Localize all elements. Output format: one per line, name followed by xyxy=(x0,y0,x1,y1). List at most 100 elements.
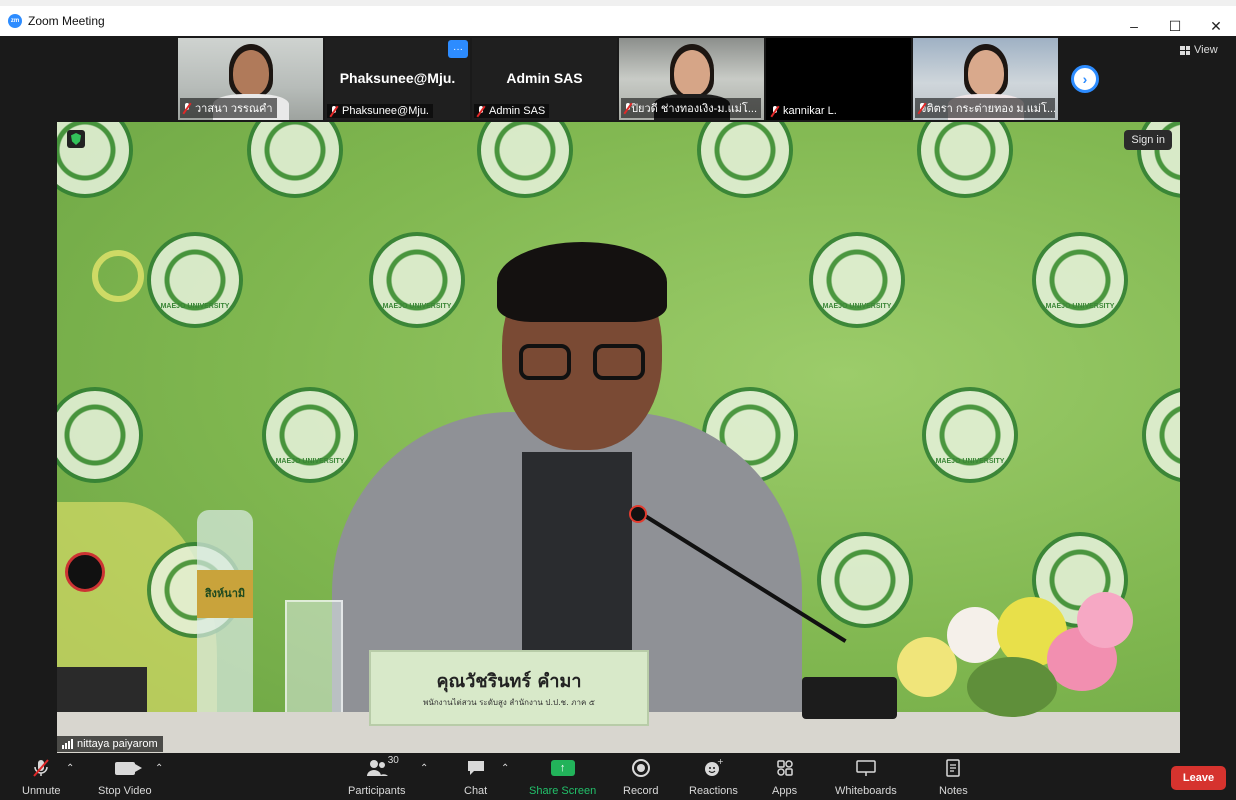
unmute-button[interactable]: Unmute xyxy=(22,757,61,797)
university-seal xyxy=(247,122,343,198)
share-screen-icon: ↑ xyxy=(550,757,575,779)
participant-tile[interactable]: จิติตรา กระต่ายทอง ม.แม่โ... xyxy=(913,38,1058,120)
reactions-button[interactable]: + Reactions xyxy=(689,757,738,797)
seal-text: MAEJO UNIVERSITY xyxy=(1045,303,1115,310)
bottle-label: สิงห์นามิ xyxy=(197,570,253,618)
bottle-label-text: สิงห์นามิ xyxy=(204,587,246,600)
notes-icon xyxy=(944,757,962,779)
participant-display-name: Admin SAS xyxy=(506,70,583,86)
university-seal: MAEJO UNIVERSITY xyxy=(262,387,358,483)
view-button[interactable]: View xyxy=(1180,44,1218,56)
university-seal: MAEJO UNIVERSITY xyxy=(922,387,1018,483)
mic-muted-icon xyxy=(182,102,192,114)
leave-button[interactable]: Leave xyxy=(1171,766,1226,790)
mic-muted-icon xyxy=(329,105,339,117)
water-bottle: สิงห์นามิ xyxy=(197,510,253,725)
chat-button[interactable]: Chat xyxy=(464,757,487,797)
participant-face xyxy=(232,50,269,96)
microphone-icon xyxy=(629,505,647,523)
microphone-icon xyxy=(65,552,105,592)
nameplate-name: คุณวัชรินทร์ คำมา xyxy=(436,671,582,692)
participant-tile[interactable]: Phaksunee@Mju. ··· Phaksunee@Mju. xyxy=(325,38,470,120)
speaker-hair xyxy=(497,242,667,322)
participant-display-name: Phaksunee@Mju. xyxy=(339,70,456,86)
university-seal: MAEJO UNIVERSITY xyxy=(1032,232,1128,328)
drinking-glass xyxy=(285,600,343,720)
apps-label: Apps xyxy=(772,785,798,797)
stop-video-label: Stop Video xyxy=(98,785,152,797)
video-camera-icon xyxy=(114,757,142,779)
speaker-name: nittaya paiyarom xyxy=(77,738,158,750)
mic-muted-icon xyxy=(476,105,486,117)
participant-label: วาสนา วรรณคำ xyxy=(180,98,277,118)
share-screen-button[interactable]: ↑ Share Screen xyxy=(529,757,596,797)
university-seal xyxy=(697,122,793,198)
mic-muted-icon xyxy=(770,105,780,117)
next-page-arrow-icon[interactable]: › xyxy=(1071,65,1099,93)
participant-label: จิติตรา กระต่ายทอง ม.แม่โ... xyxy=(915,98,1055,118)
university-seal xyxy=(917,122,1013,198)
seal-text: MAEJO UNIVERSITY xyxy=(935,458,1005,465)
participant-face xyxy=(673,50,710,96)
participant-name: Phaksunee@Mju. xyxy=(342,105,429,117)
whiteboard-icon xyxy=(855,757,877,779)
university-seal xyxy=(1142,387,1180,483)
audio-options-caret-icon[interactable]: ⌃ xyxy=(66,763,74,774)
participant-name: ปิยวดี ช่างทองเงิง-ม.แม่โ... xyxy=(631,103,757,115)
participant-name: จิติตรา กระต่ายทอง ม.แม่โ... xyxy=(920,103,1055,115)
sign-in-button[interactable]: Sign in xyxy=(1124,130,1172,150)
seal-text: MAEJO UNIVERSITY xyxy=(160,303,230,310)
view-label: View xyxy=(1194,44,1218,56)
record-label: Record xyxy=(623,785,659,797)
signal-strength-icon xyxy=(62,739,73,749)
share-screen-label: Share Screen xyxy=(529,785,597,797)
apps-button[interactable]: Apps xyxy=(772,757,797,797)
chat-bubble-icon xyxy=(466,757,486,779)
participant-name: วาสนา วรรณคำ xyxy=(195,103,273,115)
stop-video-button[interactable]: Stop Video xyxy=(98,757,152,797)
participants-label: Participants xyxy=(348,785,406,797)
nameplate: คุณวัชรินทร์ คำมา พนักงานไต่สวน ระดับสูง… xyxy=(369,650,649,726)
participant-label: ปิยวดี ช่างทองเงิง-ม.แม่โ... xyxy=(621,98,761,118)
participants-options-caret-icon[interactable]: ⌃ xyxy=(420,763,428,774)
notes-label: Notes xyxy=(939,785,968,797)
participant-label: Admin SAS xyxy=(474,104,550,118)
participant-tile[interactable]: ปิยวดี ช่างทองเงิง-ม.แม่โ... xyxy=(619,38,764,120)
whiteboards-button[interactable]: Whiteboards xyxy=(835,757,897,797)
active-speaker-video[interactable]: MAEJO UNIVERSITY MAEJO UNIVERSITY MAEJO … xyxy=(57,122,1180,753)
speaker-glasses xyxy=(519,344,649,382)
smiley-plus-icon: + xyxy=(703,757,723,779)
reactions-label: Reactions xyxy=(689,785,738,797)
seal-text: MAEJO UNIVERSITY xyxy=(275,458,345,465)
record-icon xyxy=(631,757,651,779)
security-shield-icon[interactable] xyxy=(67,130,85,148)
whiteboards-label: Whiteboards xyxy=(835,785,897,797)
unmute-label: Unmute xyxy=(22,785,61,797)
more-options-button[interactable]: ··· xyxy=(448,40,468,58)
seal-text: MAEJO UNIVERSITY xyxy=(822,303,892,310)
backdrop-ring xyxy=(92,250,144,302)
chat-options-caret-icon[interactable]: ⌃ xyxy=(501,763,509,774)
participant-tile[interactable]: kannikar L. xyxy=(766,38,911,120)
flower-arrangement xyxy=(877,577,1147,722)
grid-view-icon xyxy=(1180,45,1190,55)
notes-button[interactable]: Notes xyxy=(939,757,968,797)
participant-label: Phaksunee@Mju. xyxy=(327,104,433,118)
mic-muted-icon xyxy=(31,757,51,779)
participant-name: Admin SAS xyxy=(489,105,546,117)
active-speaker-label: nittaya paiyarom xyxy=(57,736,163,752)
seal-text: MAEJO UNIVERSITY xyxy=(382,303,452,310)
chat-label: Chat xyxy=(464,785,488,797)
participants-button[interactable]: 30 Participants xyxy=(348,755,406,797)
zoom-logo-icon: zm xyxy=(8,14,22,28)
apps-icon xyxy=(775,757,795,779)
video-options-caret-icon[interactable]: ⌃ xyxy=(155,763,163,774)
participant-tile[interactable]: วาสนา วรรณคำ xyxy=(178,38,323,120)
participants-icon: 30 xyxy=(366,755,399,779)
participant-label: kannikar L. xyxy=(768,104,841,118)
university-seal xyxy=(57,387,143,483)
university-seal xyxy=(477,122,573,198)
record-button[interactable]: Record xyxy=(623,757,658,797)
participant-face xyxy=(967,50,1004,96)
participant-tile[interactable]: Admin SAS Admin SAS xyxy=(472,38,617,120)
